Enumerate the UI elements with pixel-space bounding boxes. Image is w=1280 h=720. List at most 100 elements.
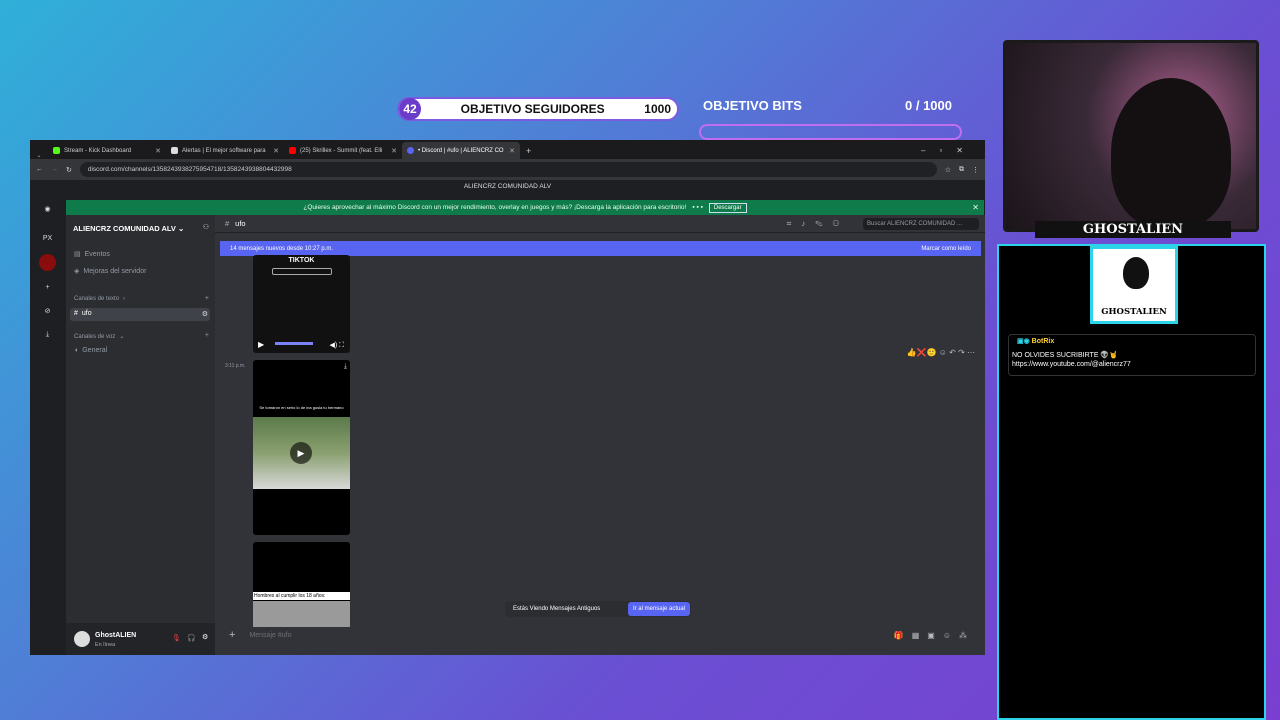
- chat-username: ▣◉ BotRix: [1017, 338, 1055, 345]
- tab-search-icon[interactable]: ⌄: [30, 152, 48, 159]
- url-field[interactable]: discord.com/channels/1358243938275954718…: [79, 162, 937, 177]
- message-composer[interactable]: + Mensaje #ufo 🎁▦▣☺⁂: [223, 621, 979, 649]
- close-icon[interactable]: ✕: [972, 203, 979, 212]
- mute-mic-icon[interactable]: 🎙: [172, 634, 181, 642]
- user-name: GhostALIEN: [95, 632, 137, 639]
- sidebar-item-label: Mejoras del servidor: [83, 267, 147, 275]
- hash-icon: #: [225, 219, 230, 228]
- close-icon[interactable]: ✕: [391, 147, 397, 155]
- server-name[interactable]: ALIENCRZ COMUNIDAD ALV ⌄: [73, 224, 184, 233]
- bits-goal-count: 0 / 1000: [905, 98, 952, 113]
- chat-area: # ufo ⌗♪✎⚇ Buscar ALIENCRZ COMUNIDAD ...…: [215, 215, 985, 655]
- add-channel-icon[interactable]: +: [205, 332, 209, 339]
- download-button[interactable]: Descargar: [708, 202, 747, 213]
- tab-label: (25) Skrillex - Summit (feat. Elli: [300, 147, 383, 154]
- headphones-icon[interactable]: 🎧: [187, 634, 196, 642]
- tab-youtube[interactable]: (25) Skrillex - Summit (feat. Elli ✕: [284, 142, 402, 159]
- badge-icons: ▣◉: [1017, 338, 1032, 345]
- server-aliencrz-icon[interactable]: [39, 254, 56, 271]
- browser-window: ⌄ Stream - Kick Dashboard ✕ Alertas | El …: [30, 140, 985, 655]
- window-controls[interactable]: –▫✕: [913, 146, 985, 159]
- message-input[interactable]: Mensaje #ufo: [249, 632, 291, 639]
- message-actions[interactable]: 👍❌🙂 ☺ ↶ ↷ ⋯: [907, 348, 975, 357]
- play-icon[interactable]: ▶: [290, 442, 312, 464]
- new-messages-text: 14 mensajes nuevos desde 10:27 p.m.: [230, 245, 334, 252]
- download-icon[interactable]: ⤓: [344, 363, 347, 371]
- video-caption: Hombres al cumplir los 18 años:: [253, 592, 350, 600]
- address-bar: ← → ↻ discord.com/channels/1358243938275…: [30, 159, 985, 180]
- discord-icon: [407, 147, 414, 154]
- old-messages-banner: Estás Viendo Mensajes Antiguos Ir al men…: [505, 601, 691, 617]
- streamer-name: GHOSTALIEN: [1035, 221, 1231, 238]
- header-toolbar-icons[interactable]: ⌗♪✎⚇: [787, 219, 849, 229]
- tab-label: Alertas | El mejor software para: [182, 147, 266, 154]
- avatar[interactable]: [74, 631, 90, 647]
- play-icon[interactable]: ▶: [258, 340, 264, 349]
- alien-icon: [1123, 257, 1149, 289]
- volume-fullscreen-icons[interactable]: ◀) ⛶: [329, 341, 344, 350]
- user-status: En línea: [95, 642, 116, 648]
- sidebar-item-events[interactable]: ▤ Eventos: [74, 250, 110, 259]
- chat-line-2: https://www.youtube.com/@aliencrz77: [1012, 361, 1131, 368]
- youtube-icon: [289, 147, 296, 154]
- reload-icon[interactable]: ↻: [66, 166, 72, 174]
- channel-logo: GHOSTALIEN: [1090, 246, 1178, 324]
- category-text[interactable]: Canales de texto ›: [74, 296, 125, 302]
- extensions-icon[interactable]: ⧉: [959, 166, 964, 174]
- followers-goal-bar: 42 OBJETIVO SEGUIDORES 1000: [397, 97, 679, 121]
- category-label: Canales de voz: [74, 333, 116, 340]
- mark-read-button[interactable]: Marcar como leído: [921, 246, 971, 252]
- sidebar-item-label: Eventos: [84, 250, 110, 258]
- add-attachment-icon[interactable]: +: [229, 629, 235, 641]
- video-player-2[interactable]: ⤓ Se tomaron en serio lo de ina gusla tu…: [253, 360, 350, 535]
- server-px[interactable]: PX: [39, 230, 56, 247]
- close-icon[interactable]: ✕: [273, 147, 279, 155]
- category-label: Canales de texto: [74, 296, 120, 302]
- channel-settings-icon[interactable]: ⚙: [202, 310, 208, 318]
- tab-kick[interactable]: Stream - Kick Dashboard ✕: [48, 142, 166, 159]
- add-member-icon[interactable]: ⚇: [203, 223, 209, 231]
- hash-icon: #: [74, 310, 78, 317]
- video-progress[interactable]: [275, 342, 313, 345]
- category-voice[interactable]: Canales de voz ⌄: [74, 333, 124, 341]
- search-input[interactable]: Buscar ALIENCRZ COMUNIDAD ...: [863, 218, 979, 230]
- bookmark-star-icon[interactable]: ☆: [945, 166, 951, 174]
- composer-icons[interactable]: 🎁▦▣☺⁂: [894, 631, 975, 640]
- menu-icon[interactable]: ⋮: [972, 166, 979, 174]
- sidebar-item-boosts[interactable]: ◈ Mejoras del servidor: [74, 267, 147, 276]
- video-player-3[interactable]: Hombres al cumplir los 18 años:: [253, 542, 350, 627]
- close-icon[interactable]: ✕: [509, 147, 515, 155]
- video-player-1[interactable]: TIKTOK ▶ ◀) ⛶: [253, 255, 350, 353]
- tab-discord[interactable]: • Discord | #ufo | ALIENCRZ CO ✕: [402, 142, 520, 159]
- channel-ufo[interactable]: # ufo: [74, 310, 92, 317]
- jump-to-present-button[interactable]: Ir al mensaje actual: [627, 602, 690, 616]
- settings-gear-icon[interactable]: ⚙: [202, 633, 208, 641]
- discord-window-title: ALIENCRZ COMUNIDAD ALV: [30, 180, 985, 194]
- close-icon[interactable]: ✕: [155, 147, 161, 155]
- download-notice: ¿Quieres aprovechar al máximo Discord co…: [66, 200, 984, 215]
- followers-goal-target: 1000: [644, 102, 671, 116]
- bits-goal-title: OBJETIVO BITS: [703, 98, 802, 113]
- speaker-icon: ◖: [74, 347, 79, 354]
- add-server-icon[interactable]: +: [39, 279, 56, 296]
- back-icon[interactable]: ←: [36, 166, 43, 173]
- new-tab-icon[interactable]: +: [520, 146, 537, 159]
- forward-icon[interactable]: →: [51, 166, 58, 173]
- boost-icon: ◈: [74, 268, 80, 275]
- webcam-frame: [1003, 40, 1259, 232]
- tab-bar: ⌄ Stream - Kick Dashboard ✕ Alertas | El …: [30, 140, 985, 159]
- voice-channel-general[interactable]: ◖ General: [74, 347, 107, 354]
- platform-icons: ▪ ▪ ▪: [692, 204, 703, 211]
- download-icon[interactable]: ⤓: [39, 326, 56, 343]
- tab-alertas[interactable]: Alertas | El mejor software para ✕: [166, 142, 284, 159]
- channel-header: # ufo ⌗♪✎⚇ Buscar ALIENCRZ COMUNIDAD ...: [215, 215, 985, 233]
- calendar-icon: ▤: [74, 251, 81, 258]
- discord-home-icon[interactable]: ◉: [39, 200, 56, 217]
- new-messages-bar[interactable]: 14 mensajes nuevos desde 10:27 p.m. Marc…: [220, 241, 981, 256]
- notice-text: ¿Quieres aprovechar al máximo Discord co…: [303, 204, 687, 211]
- explore-icon[interactable]: ⊘: [39, 302, 56, 319]
- kick-icon: [53, 147, 60, 154]
- add-channel-icon[interactable]: +: [205, 295, 209, 302]
- user-panel: GhostALIEN En línea 🎙 🎧 ⚙: [66, 623, 215, 655]
- url-text: discord.com/channels/1358243938275954718…: [87, 166, 292, 173]
